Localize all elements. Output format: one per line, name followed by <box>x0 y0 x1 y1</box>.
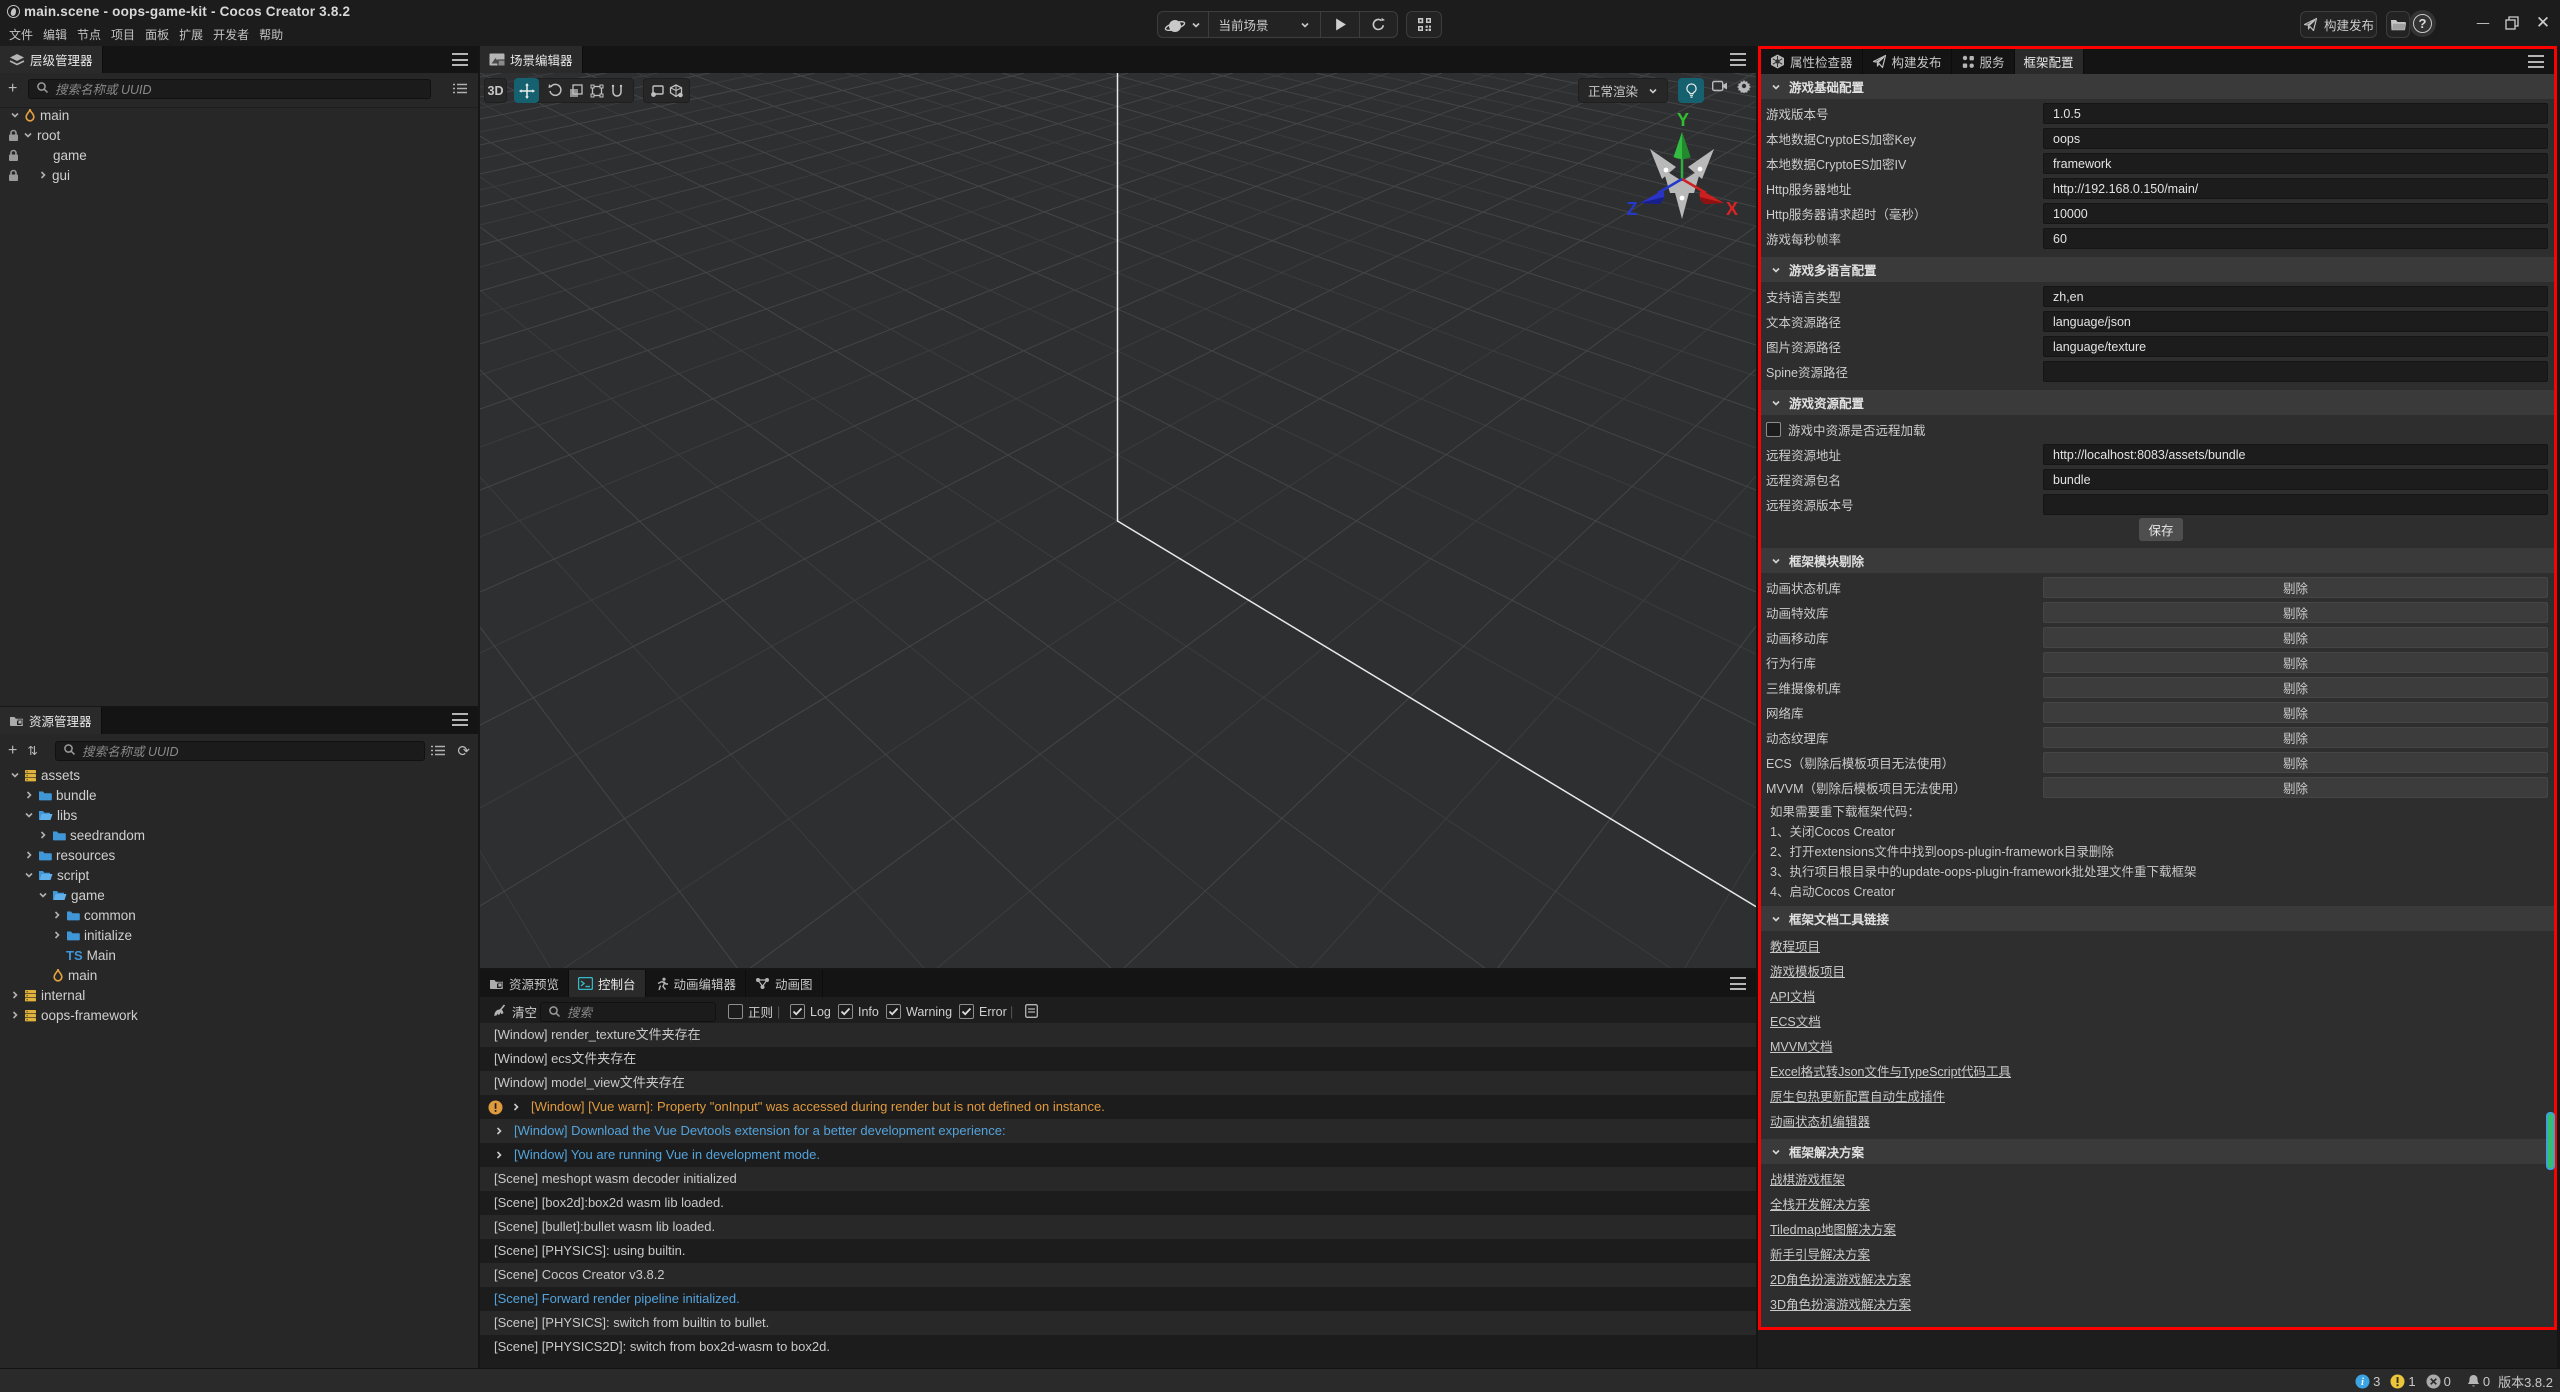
svg-text:Z: Z <box>1627 199 1638 219</box>
svg-text:i: i <box>2361 1377 2364 1388</box>
svg-text:X: X <box>1726 199 1738 219</box>
